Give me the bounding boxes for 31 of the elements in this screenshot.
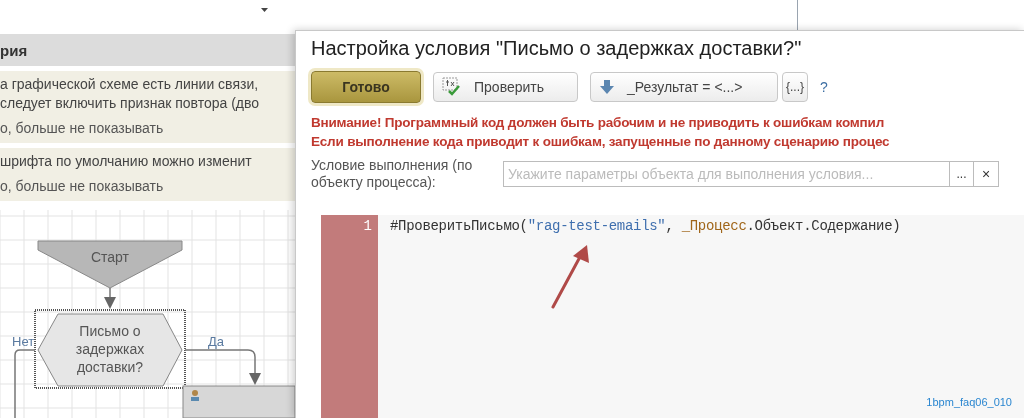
help-link[interactable]: ? — [820, 76, 828, 98]
formula-check-icon — [442, 77, 462, 97]
check-button[interactable]: Проверить — [433, 72, 578, 102]
clear-button[interactable]: × — [973, 162, 998, 186]
dismiss-link[interactable]: о, больше не показывать — [0, 176, 295, 197]
connector-arrow — [104, 287, 116, 309]
done-button[interactable]: Готово — [311, 71, 421, 103]
notice-text: следует включить признак повтора (дво — [0, 94, 261, 113]
down-arrow-icon — [599, 80, 615, 94]
dialog-title: Настройка условия "Письмо о задержках доставки?" — [311, 36, 803, 61]
section-header: рия — [0, 34, 295, 66]
start-node: Старт — [37, 240, 183, 289]
notice-text: шрифта по умолчанию можно изменит — [0, 152, 253, 171]
condition-node[interactable]: Письмо о задержках доставки? — [37, 313, 183, 387]
select-button[interactable]: ... — [949, 162, 973, 186]
code-editor[interactable]: 1 #ПроверитьПисьмо("rag-test-emails", _Процесс.Объект.Содержание) 1bpm_faq06_010 — [321, 215, 1024, 418]
warning-text: Внимание! Программный код должен быть рабочим и не приводить к ошибкам компил — [311, 114, 886, 132]
no-label: Нет — [12, 334, 35, 349]
condition-label: Условие выполнения (по объекту процесса): — [311, 157, 474, 191]
caret-icon — [260, 8, 268, 12]
condition-field[interactable]: Укажите параметры объекта для выполнения условия... ... × — [503, 161, 999, 187]
warning-text: Если выполнение кода приводит к ошибкам, запущенные по данному сценарию процес — [311, 133, 891, 151]
result-dropdown-button[interactable]: _Результат = <...> — [590, 72, 778, 102]
yes-label: Да — [208, 334, 225, 349]
notice-text: а графической схеме есть линии связи, — [0, 75, 260, 94]
figure-id: 1bpm_faq06_010 — [926, 394, 1012, 410]
braces-button[interactable]: {...} — [782, 72, 808, 102]
dismiss-link[interactable]: о, больше не показывать — [0, 118, 295, 139]
code-line: #ПроверитьПисьмо("rag-test-emails", _Процесс.Объект.Содержание) — [390, 217, 901, 236]
line-number: 1 — [362, 217, 373, 236]
connector-line — [14, 349, 36, 418]
